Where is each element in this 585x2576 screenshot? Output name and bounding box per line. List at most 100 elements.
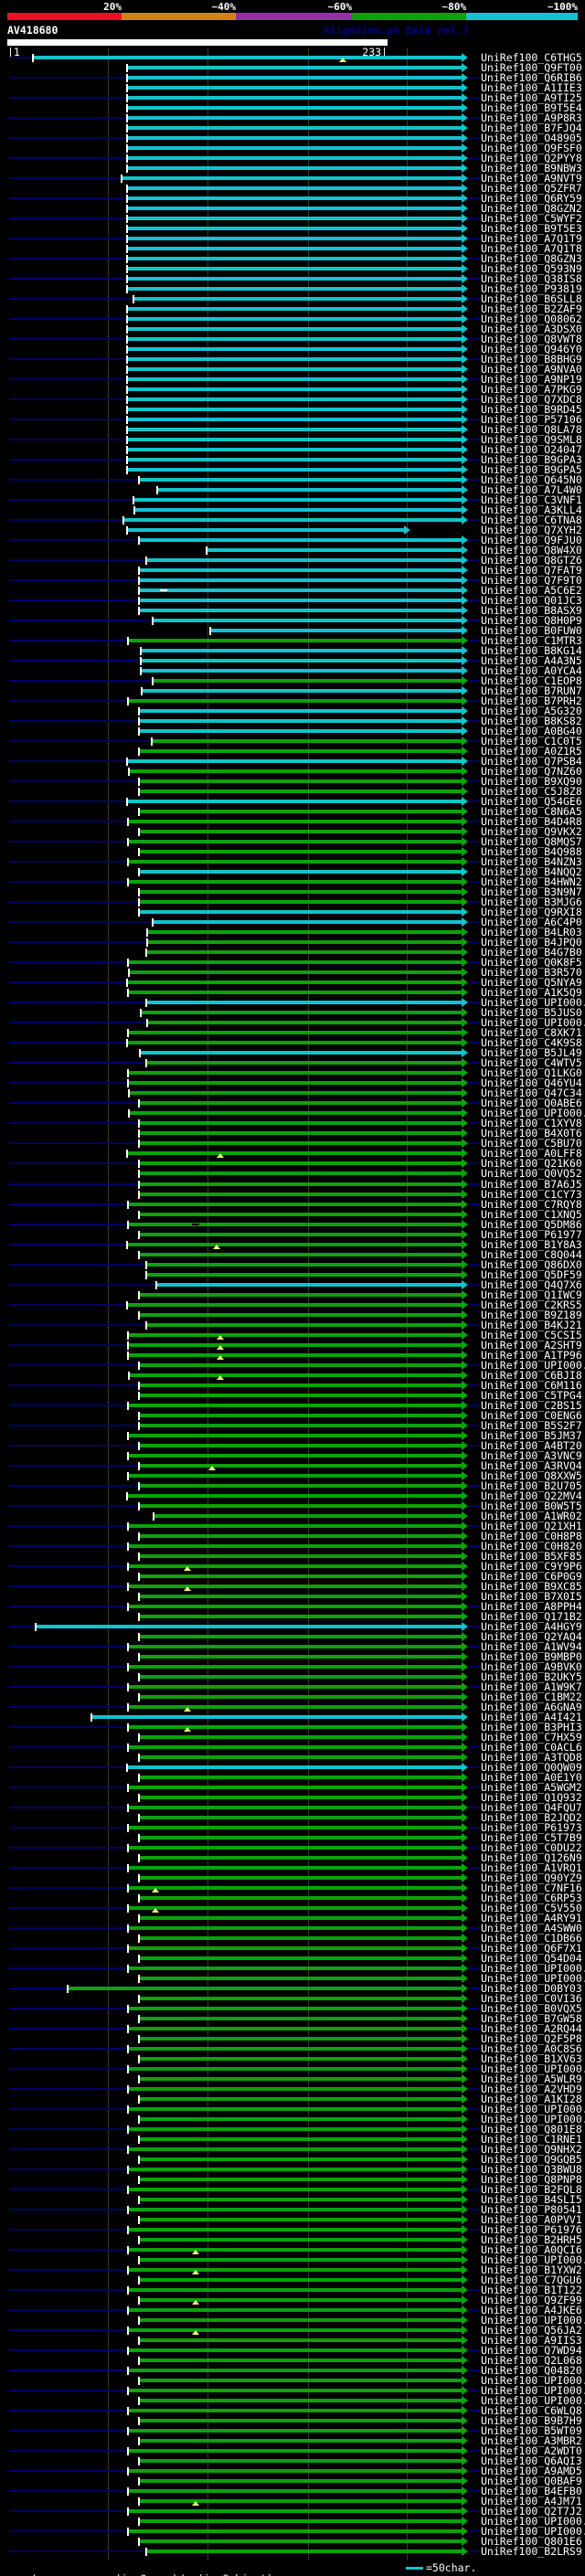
hit-bar	[128, 307, 462, 311]
hit-bar	[128, 398, 462, 401]
hit-bar	[130, 769, 462, 773]
hit-arrow-icon	[462, 737, 468, 746]
hit-arrow-icon	[462, 686, 468, 695]
subject-overhang-left	[9, 640, 126, 641]
subject-overhang-right	[468, 1082, 480, 1084]
hit-bar	[129, 2047, 462, 2051]
query-id: AV418680	[7, 24, 58, 37]
hit-arrow-icon	[462, 747, 468, 756]
hit-arrow-icon	[462, 93, 468, 102]
hit-bar	[154, 619, 462, 622]
hit-bar	[128, 438, 462, 441]
subject-overhang-left	[9, 2008, 126, 2009]
hit-bar	[129, 1786, 462, 1789]
subject-overhang-right	[468, 559, 480, 561]
hit-bar	[158, 488, 462, 492]
hit-bar	[129, 1081, 462, 1085]
hit-arrow-icon	[462, 194, 468, 203]
hit-arrow-icon	[462, 1582, 468, 1591]
subject-overhang-right	[468, 700, 480, 702]
hit-bar	[129, 2449, 462, 2453]
subject-overhang-right	[468, 298, 480, 300]
hit-bar	[140, 1414, 462, 1417]
subject-overhang-right	[468, 1264, 480, 1266]
hit-arrow-icon	[462, 184, 468, 193]
hit-bar	[129, 2087, 462, 2091]
subject-overhang-right	[468, 2068, 480, 2070]
identity-scale-segment	[7, 13, 122, 20]
hit-arrow-icon	[462, 1924, 468, 1933]
subject-overhang-left	[9, 1746, 126, 1748]
hit-arrow-icon	[462, 1139, 468, 1148]
hit-arrow-icon	[462, 2255, 468, 2264]
subject-overhang-right	[468, 941, 480, 943]
hit-arrow-icon	[462, 1712, 468, 1722]
subject-overhang-left	[9, 2530, 126, 2532]
subject-overhang-right	[468, 660, 480, 662]
hit-bar	[129, 2147, 462, 2151]
subject-gap-legend-icon: -	[185, 2572, 191, 2576]
hit-bar	[129, 1454, 462, 1458]
hit-arrow-icon	[462, 2285, 468, 2295]
hit-arrow-icon	[462, 284, 468, 293]
hit-bar	[140, 2017, 462, 2020]
hit-bar	[140, 2459, 462, 2463]
subject-overhang-left	[9, 1425, 137, 1426]
hit-bar	[157, 1283, 462, 1287]
subject-overhang-left	[9, 2148, 126, 2150]
hit-arrow-icon	[462, 606, 468, 615]
hit-bar	[129, 2348, 462, 2352]
hit-arrow-icon	[462, 837, 468, 846]
hit-arrow-icon	[462, 2446, 468, 2455]
hit-arrow-icon	[462, 958, 468, 967]
subject-overhang-left	[9, 1525, 126, 1527]
hit-bar	[140, 1776, 462, 1779]
subject-overhang-left	[9, 1545, 126, 1547]
alignview-plot: 20% ~40% ~60% ~80% ~100% AV418680 AlignView.…	[0, 0, 585, 2576]
subject-overhang-right	[468, 2048, 480, 2050]
hit-bar	[147, 1323, 462, 1327]
hit-arrow-icon	[462, 1883, 468, 1892]
subject-overhang-right	[468, 278, 480, 280]
subject-overhang-right	[468, 2168, 480, 2170]
subject-overhang-left	[9, 97, 125, 99]
hit-arrow-icon	[462, 1853, 468, 1862]
hit-arrow-icon	[462, 1068, 468, 1077]
identity-scale-segment	[122, 13, 236, 20]
subject-overhang-left	[9, 760, 125, 762]
hit-arrow-icon	[462, 485, 468, 494]
hit-bar	[207, 548, 462, 552]
hit-bar	[128, 1765, 462, 1769]
hit-bar	[140, 1313, 462, 1317]
hit-arrow-icon	[462, 1934, 468, 1943]
hit-arrow-icon	[462, 385, 468, 394]
hit-bar	[140, 1856, 462, 1860]
hit-bar	[129, 1665, 462, 1669]
hit-arrow-icon	[462, 1230, 468, 1239]
hit-arrow-icon	[462, 1813, 468, 1822]
hit-bar	[140, 1635, 462, 1638]
subject-overhang-right	[468, 2369, 480, 2371]
subject-overhang-right	[468, 2209, 480, 2210]
hit-arrow-icon	[462, 2155, 468, 2164]
hit-bar	[140, 2439, 462, 2443]
subject-overhang-left	[9, 1847, 126, 1849]
subject-overhang-right	[468, 620, 480, 621]
hit-bar	[128, 458, 462, 461]
subject-overhang-right	[468, 1324, 480, 1326]
hit-bar	[129, 1926, 462, 1930]
hit-arrow-icon	[462, 435, 468, 444]
subject-overhang-left	[9, 1485, 137, 1487]
hit-label: UniRef100_B2LRS9	[481, 2545, 582, 2558]
hit-bar	[140, 1363, 462, 1367]
subject-overhang-left	[9, 800, 125, 802]
hit-bar	[140, 1253, 462, 1256]
hit-bar	[140, 2318, 462, 2322]
subject-overhang-left	[9, 77, 125, 79]
hit-arrow-icon	[462, 2064, 468, 2073]
hit-arrow-icon	[462, 2326, 468, 2335]
hit-arrow-icon	[462, 2406, 468, 2415]
subject-overhang-left	[9, 700, 126, 702]
subject-overhang-left	[9, 258, 125, 260]
hit-arrow-icon	[462, 2115, 468, 2124]
